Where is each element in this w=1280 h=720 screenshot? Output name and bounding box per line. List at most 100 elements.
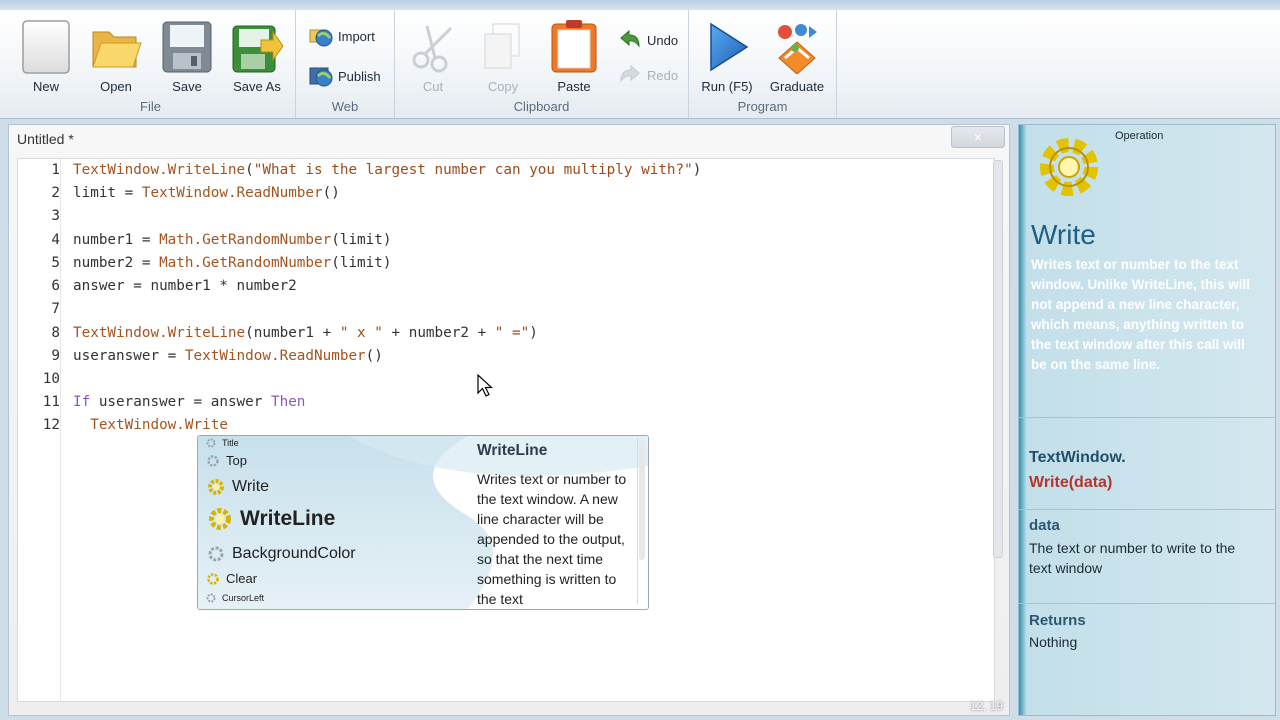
save-button[interactable]: Save bbox=[154, 18, 220, 102]
program-group-label: Program bbox=[737, 99, 788, 114]
program-group: Run (F5) Graduate Program bbox=[689, 10, 837, 118]
file-group-label: File bbox=[140, 99, 161, 114]
line-number: 9 bbox=[51, 348, 60, 364]
line-number: 5 bbox=[51, 255, 60, 271]
help-signature: Write(data) bbox=[1029, 474, 1113, 491]
editor-vertical-scrollbar[interactable] bbox=[991, 158, 1003, 558]
intellisense-item-backgroundcolor[interactable]: BackgroundColor bbox=[206, 544, 356, 564]
code-text: answer = number1 * number2 bbox=[73, 278, 297, 294]
publish-button[interactable]: Publish bbox=[308, 63, 381, 89]
mouse-cursor-icon bbox=[477, 374, 493, 397]
paste-button[interactable]: Paste bbox=[541, 18, 607, 102]
clipboard-group-label: Clipboard bbox=[513, 99, 570, 114]
line-number: 11 bbox=[42, 394, 60, 410]
code-text: If useranswer = answer Then bbox=[73, 394, 306, 410]
redo-icon bbox=[620, 64, 640, 83]
code-text: limit = TextWindow.ReadNumber() bbox=[73, 185, 340, 201]
intellisense-detail-text: Writes text or number to the text window… bbox=[477, 471, 627, 607]
intellisense-item-write[interactable]: Write bbox=[206, 477, 269, 497]
run-icon bbox=[710, 22, 749, 72]
paste-icon bbox=[551, 20, 597, 73]
gear-icon bbox=[1040, 138, 1098, 196]
close-document-button[interactable]: × bbox=[951, 126, 1005, 148]
code-text: TextWindow.Write bbox=[90, 417, 228, 433]
returns-value: Nothing bbox=[1029, 634, 1078, 650]
line-number: 4 bbox=[51, 232, 60, 248]
code-text: number1 = Math.GetRandomNumber(limit) bbox=[73, 232, 392, 248]
line-number: 12 bbox=[42, 417, 60, 433]
web-group-label: Web bbox=[331, 99, 359, 114]
divider bbox=[1019, 509, 1275, 510]
file-group: New Open Save Save As File bbox=[6, 10, 296, 118]
line-number: 6 bbox=[51, 278, 60, 294]
import-icon bbox=[309, 29, 333, 47]
operation-label: Operation bbox=[1115, 130, 1164, 142]
help-description: Writes text or number to the text window… bbox=[1031, 257, 1251, 372]
undo-button[interactable]: Undo bbox=[617, 27, 678, 53]
intellisense-item-cursorleft[interactable]: CursorLeft bbox=[206, 593, 264, 603]
cut-icon bbox=[412, 25, 453, 73]
graduate-icon bbox=[778, 24, 817, 74]
title-bar bbox=[0, 0, 1280, 10]
code-text: number2 = Math.GetRandomNumber(limit) bbox=[73, 255, 392, 271]
help-class-name: TextWindow. bbox=[1029, 449, 1126, 466]
divider bbox=[1019, 603, 1275, 604]
gear-icon bbox=[209, 508, 231, 530]
redo-button[interactable]: Redo bbox=[617, 62, 678, 88]
help-panel: Operation Write Writes text or number to… bbox=[1018, 124, 1276, 716]
close-icon: × bbox=[973, 129, 983, 145]
clipboard-group: Cut Copy Paste Undo Redo Clipboard bbox=[395, 10, 689, 118]
code-text: TextWindow.WriteLine(number1 + " x " + n… bbox=[73, 325, 538, 341]
graduate-button[interactable]: Graduate bbox=[764, 18, 830, 102]
intellisense-item-title[interactable]: Title bbox=[206, 438, 239, 448]
copy-icon bbox=[484, 23, 520, 69]
scrollbar-thumb[interactable] bbox=[639, 440, 645, 560]
intellisense-scrollbar[interactable] bbox=[637, 438, 646, 604]
line-number: 10 bbox=[42, 371, 60, 387]
save-as-icon bbox=[232, 25, 283, 73]
intellisense-popup: Title Top Write WriteLine BackgroundColo… bbox=[197, 435, 649, 610]
property-icon bbox=[206, 593, 216, 603]
help-title: Write bbox=[1031, 219, 1096, 250]
copy-button[interactable]: Copy bbox=[470, 18, 536, 102]
cut-button[interactable]: Cut bbox=[400, 18, 466, 102]
property-icon bbox=[208, 546, 224, 562]
new-button[interactable]: New bbox=[13, 18, 79, 102]
cursor-position: 12, 19 bbox=[969, 699, 1003, 713]
publish-icon bbox=[309, 67, 333, 87]
import-button[interactable]: Import bbox=[308, 23, 375, 49]
intellisense-item-top[interactable]: Top bbox=[206, 453, 247, 468]
ribbon-toolbar: New Open Save Save As File Import Publis… bbox=[0, 10, 1280, 119]
intellisense-item-writeline-selected[interactable]: WriteLine bbox=[206, 505, 335, 533]
save-icon bbox=[162, 21, 212, 73]
editor-window: Untitled * × 1 TextWindow.WriteLine("What… bbox=[8, 124, 1010, 716]
undo-icon bbox=[620, 29, 640, 48]
divider bbox=[1019, 417, 1275, 418]
code-text: useranswer = TextWindow.ReadNumber() bbox=[73, 348, 383, 364]
code-text: TextWindow.WriteLine("What is the larges… bbox=[73, 162, 702, 178]
web-group: Import Publish Web bbox=[296, 10, 395, 118]
code-editor[interactable]: 1 TextWindow.WriteLine("What is the large… bbox=[17, 158, 995, 702]
intellisense-detail-title: WriteLine bbox=[477, 442, 548, 459]
document-title: Untitled * bbox=[17, 131, 74, 147]
run-button[interactable]: Run (F5) bbox=[694, 18, 760, 102]
intellisense-detail: WriteLine Writes text or number to the t… bbox=[477, 442, 627, 609]
scrollbar-thumb[interactable] bbox=[993, 160, 1003, 558]
gutter-divider bbox=[60, 159, 61, 701]
new-icon bbox=[22, 20, 70, 74]
property-icon bbox=[207, 454, 219, 467]
open-folder-icon bbox=[92, 31, 142, 68]
line-number: 8 bbox=[51, 325, 60, 341]
intellisense-item-clear[interactable]: Clear bbox=[206, 571, 257, 586]
param-name: data bbox=[1029, 517, 1060, 534]
line-number: 3 bbox=[51, 208, 60, 224]
save-as-button[interactable]: Save As bbox=[224, 18, 290, 102]
line-number: 2 bbox=[51, 185, 60, 201]
property-icon bbox=[206, 438, 216, 448]
gear-icon bbox=[208, 479, 224, 495]
param-description: The text or number to write to the text … bbox=[1029, 540, 1236, 576]
open-button[interactable]: Open bbox=[83, 18, 149, 102]
line-number: 1 bbox=[51, 162, 60, 178]
gear-icon bbox=[207, 572, 219, 585]
line-number: 7 bbox=[51, 301, 60, 317]
